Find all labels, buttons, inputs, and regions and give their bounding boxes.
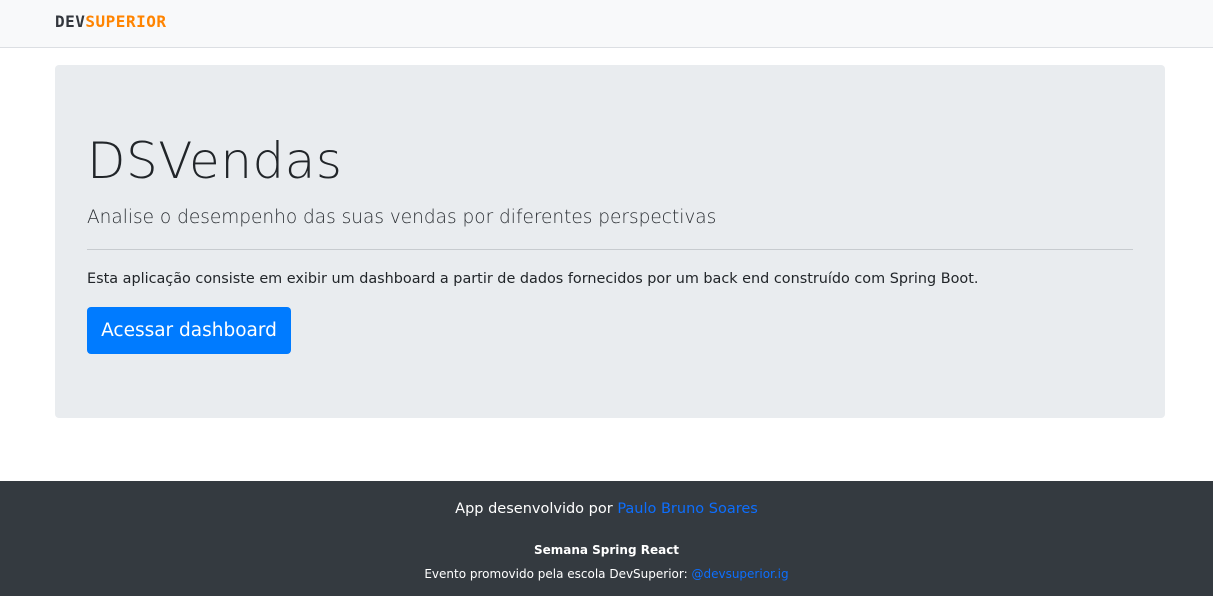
footer-credits-prefix: App desenvolvido por: [455, 501, 618, 517]
footer-credits: App desenvolvido por Paulo Bruno Soares: [0, 499, 1213, 519]
logo-dev-text: DEV: [55, 12, 86, 31]
footer-event-prefix: Evento promovido pela escola DevSuperior…: [424, 567, 692, 581]
brand-logo[interactable]: DEVSUPERIOR: [55, 12, 166, 32]
page-title: DSVendas: [87, 132, 343, 190]
footer-event-title: Semana Spring React: [533, 543, 680, 557]
lead-text: Analise o desempenho das suas vendas por…: [87, 207, 717, 228]
instagram-link[interactable]: @devsuperior.ig: [691, 567, 788, 581]
jumbotron: DSVendas Analise o desempenho das suas v…: [55, 65, 1165, 418]
divider: [87, 249, 1133, 250]
navbar: DEVSUPERIOR: [0, 0, 1213, 48]
author-link[interactable]: Paulo Bruno Soares: [617, 501, 758, 517]
footer-event-info: Evento promovido pela escola DevSuperior…: [0, 566, 1213, 582]
description-text: Esta aplicação consiste em exibir um das…: [87, 271, 979, 287]
footer: App desenvolvido por Paulo Bruno Soares …: [0, 481, 1213, 596]
access-dashboard-button[interactable]: Acessar dashboard: [87, 307, 291, 354]
logo-superior-text: SUPERIOR: [85, 12, 167, 31]
